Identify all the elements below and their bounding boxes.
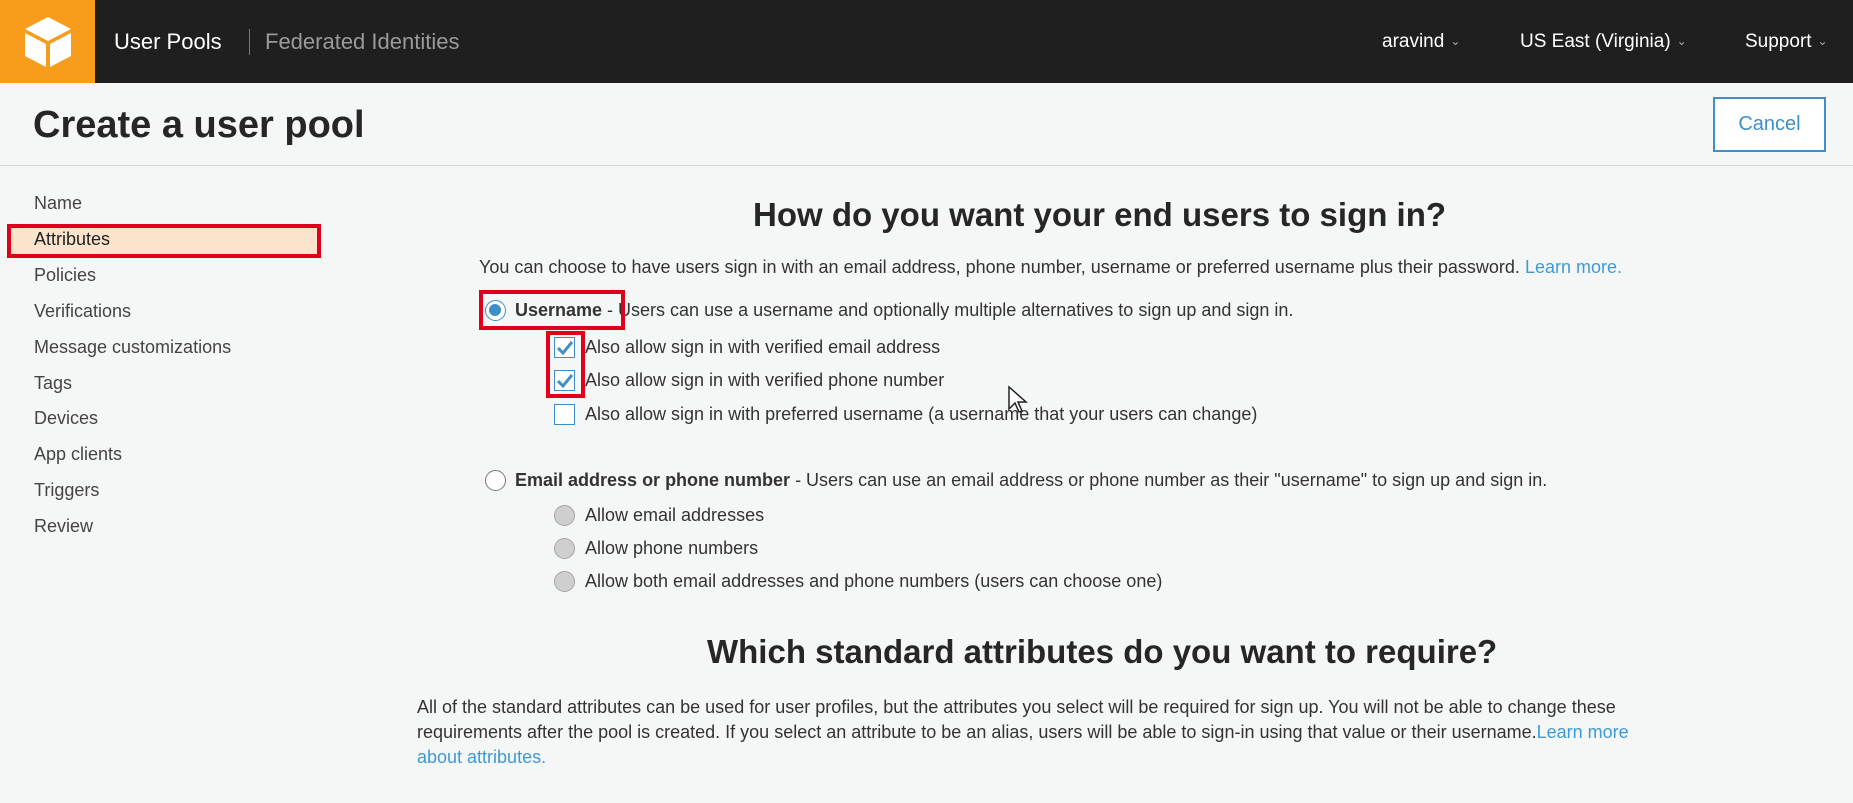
allow-both-radio[interactable] (554, 571, 575, 592)
username-radio[interactable] (485, 300, 506, 321)
support-menu-label: Support (1745, 31, 1812, 52)
sidebar-item-name[interactable]: Name (34, 193, 82, 214)
allow-phone-checkbox[interactable] (554, 370, 575, 391)
sidebar-item-devices[interactable]: Devices (34, 408, 98, 429)
attributes-desc-line2: requirements after the pool is created. … (417, 722, 1629, 743)
allow-preferred-username-checkbox[interactable] (554, 404, 575, 425)
sidebar-item-app-clients[interactable]: App clients (34, 444, 122, 465)
attributes-desc-line2-text: requirements after the pool is created. … (417, 722, 1537, 742)
allow-both-label[interactable]: Allow both email addresses and phone num… (585, 571, 1162, 592)
allow-email-addresses-radio[interactable] (554, 505, 575, 526)
mouse-cursor-icon (1007, 385, 1029, 420)
allow-phone-label[interactable]: Also allow sign in with verified phone n… (585, 370, 944, 391)
allow-preferred-username-label[interactable]: Also allow sign in with preferred userna… (585, 404, 1257, 425)
sidebar-item-attributes[interactable]: Attributes (34, 229, 110, 250)
sidebar-item-triggers[interactable]: Triggers (34, 480, 99, 501)
username-option-desc: - Users can use a username and optionall… (602, 300, 1294, 320)
nav-federated-identities[interactable]: Federated Identities (265, 29, 459, 55)
allow-phone-numbers-radio[interactable] (554, 538, 575, 559)
cancel-button[interactable]: Cancel (1713, 97, 1826, 152)
email-phone-option-desc: - Users can use an email address or phon… (790, 470, 1548, 490)
username-option-label[interactable]: Username - Users can use a username and … (515, 300, 1293, 321)
allow-phone-numbers-label[interactable]: Allow phone numbers (585, 538, 758, 559)
about-attributes-link[interactable]: about attributes. (417, 747, 546, 767)
user-menu-label: aravind (1382, 31, 1445, 52)
sidebar-item-message-customizations[interactable]: Message customizations (34, 337, 231, 358)
username-option-title: Username (515, 300, 603, 320)
learn-more-attributes-link[interactable]: Learn more (1537, 722, 1629, 742)
sidebar-item-tags[interactable]: Tags (34, 373, 72, 394)
attributes-desc-line3: about attributes. (417, 747, 546, 768)
nav-user-pools[interactable]: User Pools (114, 29, 222, 55)
email-phone-option-title: Email address or phone number (515, 470, 791, 490)
chevron-down-icon: ⌄ (1817, 34, 1828, 48)
sidebar-item-policies[interactable]: Policies (34, 265, 96, 286)
region-menu[interactable]: US East (Virginia) ⌄ (1520, 31, 1687, 53)
user-menu[interactable]: aravind ⌄ (1382, 31, 1460, 53)
sidebar-item-verifications[interactable]: Verifications (34, 301, 131, 322)
signin-heading: How do you want your end users to sign i… (753, 196, 1447, 233)
attributes-heading: Which standard attributes do you want to… (707, 633, 1498, 670)
allow-email-addresses-label[interactable]: Allow email addresses (585, 505, 764, 526)
email-phone-radio[interactable] (485, 470, 506, 491)
signin-intro-text: You can choose to have users sign in wit… (479, 257, 1525, 277)
chevron-down-icon: ⌄ (1450, 34, 1461, 48)
learn-more-link[interactable]: Learn more. (1525, 257, 1622, 277)
allow-email-label[interactable]: Also allow sign in with verified email a… (585, 337, 940, 358)
allow-email-checkbox[interactable] (554, 337, 575, 358)
support-menu[interactable]: Support ⌄ (1745, 31, 1828, 53)
signin-intro: You can choose to have users sign in wit… (479, 257, 1622, 278)
cognito-logo-icon[interactable] (0, 0, 95, 83)
sidebar-item-review[interactable]: Review (34, 516, 93, 537)
attributes-desc-line1: All of the standard attributes can be us… (417, 697, 1616, 717)
region-menu-label: US East (Virginia) (1520, 31, 1671, 52)
nav-divider (249, 29, 250, 55)
page-title: Create a user pool (33, 104, 365, 146)
header-divider (0, 165, 1853, 166)
chevron-down-icon: ⌄ (1676, 34, 1687, 48)
email-phone-option-label[interactable]: Email address or phone number - Users ca… (515, 470, 1547, 491)
